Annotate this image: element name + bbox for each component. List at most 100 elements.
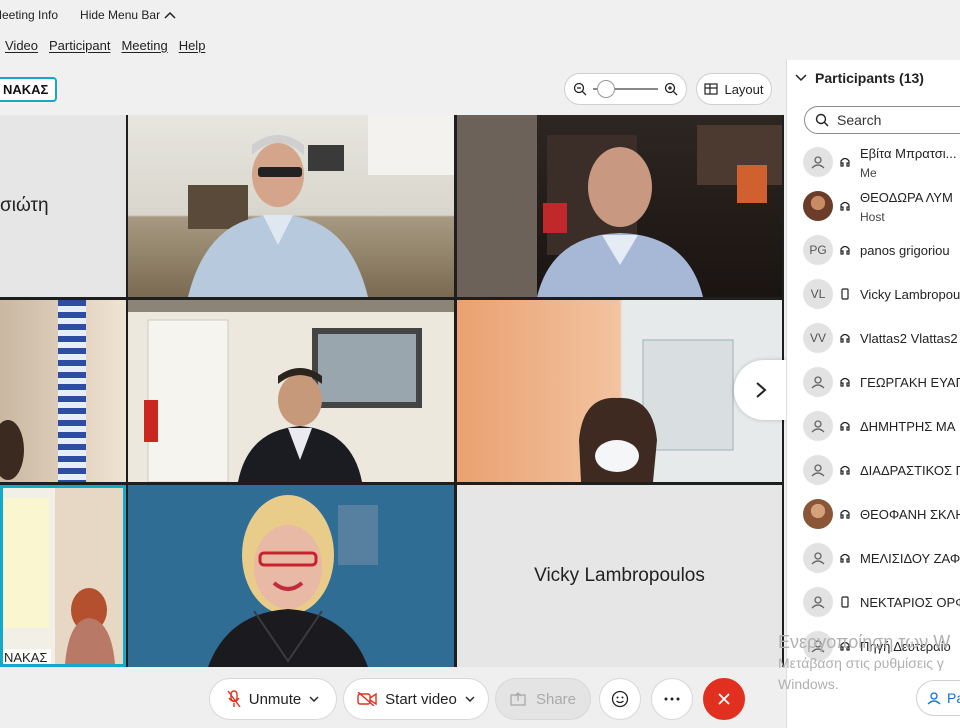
video-tile-name-only[interactable]: Vicky Lambropoulos	[457, 485, 782, 667]
headset-icon	[839, 199, 851, 213]
unmute-button[interactable]: Unmute	[209, 678, 337, 720]
chevron-right-icon	[756, 382, 767, 398]
chevron-down-icon[interactable]	[465, 696, 475, 702]
active-speaker-name-label: ΝΑΚΑΣ	[3, 649, 52, 664]
muted-mic-icon	[227, 690, 241, 708]
more-dots-icon	[664, 697, 680, 701]
video-feed	[128, 485, 454, 667]
participant-name: ΓΕΩΡΓΑΚΗ ΕΥΑΓ	[860, 374, 960, 390]
participant-name: ΘΕΟΦΑΝΗ ΣΚΛΗ	[860, 506, 960, 522]
reactions-button[interactable]	[599, 678, 641, 720]
smiley-icon	[611, 690, 629, 708]
video-tile[interactable]	[128, 300, 454, 482]
hide-menu-bar-button[interactable]: Hide Menu Bar	[80, 8, 176, 22]
participants-search-input[interactable]: Search	[804, 106, 960, 134]
participant-role: Me	[860, 166, 877, 180]
participants-header[interactable]: Participants (13)	[795, 70, 924, 86]
avatar	[803, 499, 833, 529]
person-icon	[803, 587, 833, 617]
participant-name: σιώτη	[0, 195, 49, 216]
menu-meeting[interactable]: Meeting	[121, 38, 167, 53]
participants-panel: Participants (13) Search Εβίτα Μπρατσι..…	[786, 60, 960, 728]
participant-name: Εβίτα Μπρατσι...	[860, 146, 957, 161]
headset-icon	[839, 419, 851, 433]
start-video-button[interactable]: Start video	[343, 678, 489, 720]
share-icon	[510, 692, 526, 706]
next-page-button[interactable]	[734, 360, 788, 420]
participant-row[interactable]: VL Vicky Lambropou	[787, 272, 960, 316]
participant-name: ΝΕΚΤΑΡΙΟΣ ΟΡΦ	[860, 594, 960, 610]
stage-toolbar: ΝΑΚΑΣ Layout	[0, 70, 785, 108]
participant-name: panos grigoriou	[860, 242, 950, 258]
menu-help[interactable]: Help	[179, 38, 206, 53]
menu-bar: Video Participant Meeting Help	[0, 32, 205, 58]
participants-icon	[927, 692, 941, 705]
video-feed	[128, 300, 454, 482]
menu-video[interactable]: Video	[5, 38, 38, 53]
participant-row[interactable]: ΔΙΑΔΡΑΣΤΙΚΟΣ Π	[787, 448, 960, 492]
zoom-in-icon[interactable]	[664, 82, 678, 96]
close-icon	[718, 693, 730, 705]
headset-icon	[839, 331, 851, 345]
layout-button[interactable]: Layout	[696, 73, 772, 105]
participant-row[interactable]: Εβίτα Μπρατσι... Me	[787, 140, 960, 184]
video-tile-active-speaker[interactable]: ΝΑΚΑΣ	[0, 485, 126, 667]
share-button[interactable]: Share	[495, 678, 591, 720]
participant-name: Vicky Lambropoulos	[534, 565, 705, 586]
participant-row[interactable]: ΘΕΟΔΩΡΑ ΛΥΜ Host	[787, 184, 960, 228]
meeting-info-button[interactable]: Meeting Info	[0, 8, 58, 22]
search-icon	[815, 113, 829, 127]
participant-row[interactable]: ΓΕΩΡΓΑΚΗ ΕΥΑΓ	[787, 360, 960, 404]
participant-row[interactable]: ΔΗΜΗΤΡΗΣ ΜΑ	[787, 404, 960, 448]
phone-icon	[839, 287, 851, 301]
zoom-control[interactable]	[564, 73, 687, 105]
phone-icon	[839, 595, 851, 609]
active-speaker-chip[interactable]: ΝΑΚΑΣ	[0, 77, 58, 102]
video-tile[interactable]	[457, 115, 782, 297]
layout-grid-icon	[704, 83, 719, 95]
avatar	[803, 191, 833, 221]
zoom-slider[interactable]	[593, 80, 658, 98]
video-feed	[457, 115, 782, 297]
headset-icon	[839, 155, 851, 169]
video-feed	[188, 115, 454, 297]
participant-name: ΘΕΟΔΩΡΑ ΛΥΜ	[860, 190, 953, 205]
headset-icon	[839, 551, 851, 565]
participant-row[interactable]: ΜΕΛΙΣΙΔΟΥ ΖΑΦ	[787, 536, 960, 580]
participant-row[interactable]: ΘΕΟΦΑΝΗ ΣΚΛΗ	[787, 492, 960, 536]
participant-name: Vlattas2 Vlattas2	[860, 330, 958, 346]
person-icon	[803, 411, 833, 441]
person-icon	[803, 367, 833, 397]
more-options-button[interactable]	[651, 678, 693, 720]
participant-row[interactable]: ΝΕΚΤΑΡΙΟΣ ΟΡΦ	[787, 580, 960, 624]
headset-icon	[839, 463, 851, 477]
person-icon	[803, 147, 833, 177]
participant-name: ΔΙΑΔΡΑΣΤΙΚΟΣ Π	[860, 462, 960, 478]
chevron-down-icon[interactable]	[795, 74, 807, 82]
participants-toggle-button[interactable]: Pa	[916, 680, 960, 716]
meeting-controls: Unmute Start video Share	[0, 668, 784, 728]
zoom-out-icon[interactable]	[573, 82, 587, 96]
headset-icon	[839, 375, 851, 389]
video-tile-name-only[interactable]: σιώτη	[0, 115, 126, 297]
video-feed	[0, 300, 86, 482]
menu-participant[interactable]: Participant	[49, 38, 110, 53]
participant-row[interactable]: VV Vlattas2 Vlattas2	[787, 316, 960, 360]
participant-row[interactable]: PG panos grigoriou	[787, 228, 960, 272]
headset-icon	[839, 243, 851, 257]
headset-icon	[839, 507, 851, 521]
avatar-initials: VL	[803, 279, 833, 309]
participant-role: Host	[860, 210, 885, 224]
avatar-initials: PG	[803, 235, 833, 265]
video-tile[interactable]	[128, 485, 454, 667]
person-icon	[803, 455, 833, 485]
video-feed	[3, 488, 123, 664]
leave-meeting-button[interactable]	[703, 678, 745, 720]
video-tile[interactable]	[128, 115, 454, 297]
video-off-icon	[357, 692, 377, 706]
zoom-slider-knob[interactable]	[597, 80, 615, 98]
video-tile[interactable]	[0, 300, 126, 482]
chevron-down-icon[interactable]	[309, 696, 319, 702]
video-grid: σιώτη ΝΑΚΑΣ Vicky Lambropoulos	[0, 115, 784, 667]
chevron-up-icon	[164, 11, 176, 19]
